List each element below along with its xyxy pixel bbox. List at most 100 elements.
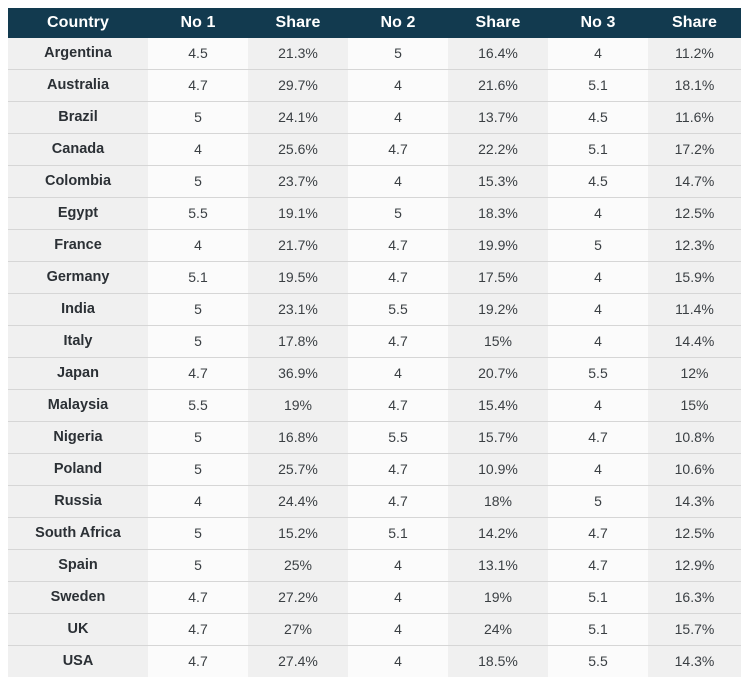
cell-share2: 20.7% — [448, 357, 548, 390]
cell-share1: 25.6% — [248, 133, 348, 166]
table-row[interactable]: Malaysia 5.5 19% 4.7 15.4% 4 15% — [8, 389, 741, 422]
cell-share3: 10.8% — [648, 421, 741, 454]
cell-share2: 18.3% — [448, 197, 548, 230]
table-row[interactable]: Canada 4 25.6% 4.7 22.2% 5.1 17.2% — [8, 133, 741, 166]
cell-no2: 4 — [348, 101, 448, 134]
cell-share1: 25.7% — [248, 453, 348, 486]
cell-share3: 14.3% — [648, 645, 741, 677]
cell-no2: 5 — [348, 197, 448, 230]
cell-no3: 4 — [548, 38, 648, 70]
column-header-no1[interactable]: No 1 — [148, 8, 248, 38]
cell-no2: 4 — [348, 165, 448, 198]
table-row[interactable]: Brazil 5 24.1% 4 13.7% 4.5 11.6% — [8, 101, 741, 134]
cell-share1: 24.4% — [248, 485, 348, 518]
cell-share3: 11.4% — [648, 293, 741, 326]
column-header-no3[interactable]: No 3 — [548, 8, 648, 38]
cell-share2: 10.9% — [448, 453, 548, 486]
cell-no3: 4 — [548, 197, 648, 230]
table-row[interactable]: India 5 23.1% 5.5 19.2% 4 11.4% — [8, 293, 741, 326]
cell-share3: 16.3% — [648, 581, 741, 614]
cell-share3: 14.4% — [648, 325, 741, 358]
cell-share3: 15.9% — [648, 261, 741, 294]
cell-country: Malaysia — [8, 389, 148, 422]
table-row[interactable]: UK 4.7 27% 4 24% 5.1 15.7% — [8, 613, 741, 646]
cell-no1: 4.7 — [148, 613, 248, 646]
table-row[interactable]: Russia 4 24.4% 4.7 18% 5 14.3% — [8, 485, 741, 518]
table-row[interactable]: Colombia 5 23.7% 4 15.3% 4.5 14.7% — [8, 165, 741, 198]
cell-no1: 4 — [148, 133, 248, 166]
cell-country: Italy — [8, 325, 148, 358]
cell-no1: 4.5 — [148, 38, 248, 70]
column-header-share3[interactable]: Share — [648, 8, 741, 38]
cell-no2: 4.7 — [348, 261, 448, 294]
cell-share2: 15.4% — [448, 389, 548, 422]
cell-no1: 4.7 — [148, 581, 248, 614]
column-header-country[interactable]: Country — [8, 8, 148, 38]
table-row[interactable]: Egypt 5.5 19.1% 5 18.3% 4 12.5% — [8, 197, 741, 230]
table-row[interactable]: France 4 21.7% 4.7 19.9% 5 12.3% — [8, 229, 741, 262]
cell-no1: 5 — [148, 517, 248, 550]
cell-share2: 15.3% — [448, 165, 548, 198]
cell-no2: 5 — [348, 38, 448, 70]
column-header-no2[interactable]: No 2 — [348, 8, 448, 38]
cell-no1: 5 — [148, 549, 248, 582]
cell-share2: 14.2% — [448, 517, 548, 550]
cell-share2: 15% — [448, 325, 548, 358]
cell-share1: 23.1% — [248, 293, 348, 326]
table-header-row: Country No 1 Share No 2 Share No 3 Share — [8, 8, 741, 38]
cell-share2: 19% — [448, 581, 548, 614]
cell-no1: 4 — [148, 485, 248, 518]
table-row[interactable]: Argentina 4.5 21.3% 5 16.4% 4 11.2% — [8, 38, 741, 70]
cell-share3: 15.7% — [648, 613, 741, 646]
table-body: Argentina 4.5 21.3% 5 16.4% 4 11.2% Australia 4.… — [8, 38, 741, 677]
cell-country: Japan — [8, 357, 148, 390]
table-row[interactable]: Italy 5 17.8% 4.7 15% 4 14.4% — [8, 325, 741, 358]
cell-country: Spain — [8, 549, 148, 582]
cell-no3: 5 — [548, 485, 648, 518]
cell-share2: 18% — [448, 485, 548, 518]
cell-no2: 5.5 — [348, 421, 448, 454]
cell-share2: 17.5% — [448, 261, 548, 294]
cell-no3: 5 — [548, 229, 648, 262]
cell-share1: 17.8% — [248, 325, 348, 358]
cell-share1: 29.7% — [248, 69, 348, 102]
cell-share3: 14.7% — [648, 165, 741, 198]
column-header-share1[interactable]: Share — [248, 8, 348, 38]
cell-no3: 4 — [548, 293, 648, 326]
table-row[interactable]: South Africa 5 15.2% 5.1 14.2% 4.7 12.5% — [8, 517, 741, 550]
cell-no3: 5.5 — [548, 357, 648, 390]
table-header: Country No 1 Share No 2 Share No 3 Share — [8, 8, 741, 38]
cell-no3: 5.1 — [548, 581, 648, 614]
cell-country: Egypt — [8, 197, 148, 230]
cell-no2: 4.7 — [348, 325, 448, 358]
cell-no1: 5 — [148, 101, 248, 134]
cell-share1: 16.8% — [248, 421, 348, 454]
table-row[interactable]: Poland 5 25.7% 4.7 10.9% 4 10.6% — [8, 453, 741, 486]
table-row[interactable]: USA 4.7 27.4% 4 18.5% 5.5 14.3% — [8, 645, 741, 677]
cell-no3: 4.5 — [548, 165, 648, 198]
table-row[interactable]: Spain 5 25% 4 13.1% 4.7 12.9% — [8, 549, 741, 582]
cell-share3: 18.1% — [648, 69, 741, 102]
cell-share1: 23.7% — [248, 165, 348, 198]
cell-country: Australia — [8, 69, 148, 102]
cell-no1: 5 — [148, 325, 248, 358]
cell-country: India — [8, 293, 148, 326]
cell-share1: 27.4% — [248, 645, 348, 677]
table-row[interactable]: Sweden 4.7 27.2% 4 19% 5.1 16.3% — [8, 581, 741, 614]
cell-share1: 21.7% — [248, 229, 348, 262]
table-row[interactable]: Nigeria 5 16.8% 5.5 15.7% 4.7 10.8% — [8, 421, 741, 454]
cell-no2: 4 — [348, 581, 448, 614]
cell-share2: 18.5% — [448, 645, 548, 677]
table-row[interactable]: Japan 4.7 36.9% 4 20.7% 5.5 12% — [8, 357, 741, 390]
column-header-share2[interactable]: Share — [448, 8, 548, 38]
table-row[interactable]: Germany 5.1 19.5% 4.7 17.5% 4 15.9% — [8, 261, 741, 294]
cell-share1: 19.1% — [248, 197, 348, 230]
cell-share2: 22.2% — [448, 133, 548, 166]
cell-no3: 5.5 — [548, 645, 648, 677]
cell-share2: 16.4% — [448, 38, 548, 70]
cell-no2: 4.7 — [348, 389, 448, 422]
cell-country: South Africa — [8, 517, 148, 550]
cell-share2: 15.7% — [448, 421, 548, 454]
cell-share1: 24.1% — [248, 101, 348, 134]
table-row[interactable]: Australia 4.7 29.7% 4 21.6% 5.1 18.1% — [8, 69, 741, 102]
